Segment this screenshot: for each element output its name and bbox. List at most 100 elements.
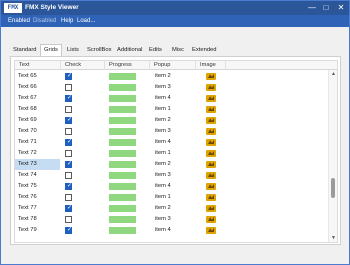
progress-bar xyxy=(109,139,136,146)
scroll-thumb[interactable] xyxy=(331,178,335,198)
cell-text[interactable]: Text 79 xyxy=(15,225,60,236)
table-row[interactable]: Text 75 ✓ item 4 xyxy=(15,181,328,192)
cell-text[interactable]: Text 65 xyxy=(15,71,60,82)
tab-edits[interactable]: Edits xyxy=(146,45,165,56)
menu-load[interactable]: Load... xyxy=(77,15,95,27)
cell-popup[interactable]: item 3 xyxy=(152,214,195,225)
table-row[interactable]: Text 78 item 3 xyxy=(15,214,328,225)
tab-grids[interactable]: Grids xyxy=(40,44,62,56)
table-row[interactable]: Text 69 ✓ item 2 xyxy=(15,115,328,126)
table-row[interactable]: Text 66 item 3 xyxy=(15,82,328,93)
cell-popup[interactable]: item 4 xyxy=(152,225,195,236)
cell-text[interactable]: Text 66 xyxy=(15,82,60,93)
progress-bar xyxy=(109,95,136,102)
cell-text[interactable]: Text 67 xyxy=(15,93,60,104)
progress-bar xyxy=(109,161,136,168)
cell-popup[interactable]: item 2 xyxy=(152,115,195,126)
cell-popup[interactable]: item 2 xyxy=(152,159,195,170)
table-row[interactable]: Text 70 item 3 xyxy=(15,126,328,137)
title-bar[interactable]: FMX FMX Style Viewer — □ ✕ xyxy=(1,1,349,15)
menu-help[interactable]: Help xyxy=(61,15,73,27)
landscape-image-icon xyxy=(206,183,216,190)
row-checkbox[interactable] xyxy=(65,172,72,179)
cell-text[interactable]: Text 76 xyxy=(15,192,60,203)
table-row[interactable]: Text 68 item 1 xyxy=(15,104,328,115)
cell-text[interactable]: Text 72 xyxy=(15,148,60,159)
row-checkbox[interactable]: ✓ xyxy=(65,95,72,102)
cell-popup[interactable]: item 4 xyxy=(152,181,195,192)
cell-popup[interactable]: item 2 xyxy=(152,71,195,82)
column-header-check[interactable]: Check xyxy=(63,61,81,70)
progress-bar xyxy=(109,194,136,201)
landscape-image-icon xyxy=(206,227,216,234)
tab-scrollbox[interactable]: ScrollBox xyxy=(84,45,115,56)
row-checkbox[interactable]: ✓ xyxy=(65,227,72,234)
row-checkbox[interactable] xyxy=(65,150,72,157)
landscape-image-icon xyxy=(206,117,216,124)
tab-lists[interactable]: Lists xyxy=(64,45,82,56)
cell-popup[interactable]: item 3 xyxy=(152,170,195,181)
column-separator[interactable] xyxy=(60,61,61,70)
column-separator[interactable] xyxy=(225,61,226,70)
menu-enabled[interactable]: Enabled xyxy=(8,15,30,27)
column-header-popup[interactable]: Popup xyxy=(152,61,170,70)
table-row[interactable]: Text 76 item 1 xyxy=(15,192,328,203)
table-row[interactable]: Text 65 ✓ item 2 xyxy=(15,71,328,82)
column-separator[interactable] xyxy=(104,61,105,70)
row-checkbox[interactable]: ✓ xyxy=(65,161,72,168)
tab-additional[interactable]: Additional xyxy=(114,45,146,56)
table-row[interactable]: Text 67 ✓ item 4 xyxy=(15,93,328,104)
row-checkbox[interactable] xyxy=(65,84,72,91)
tab-misc[interactable]: Misc xyxy=(169,45,187,56)
vertical-scrollbar[interactable]: ▲ ▼ xyxy=(328,70,337,242)
table-row[interactable]: Text 74 item 3 xyxy=(15,170,328,181)
table-row[interactable]: Text 79 ✓ item 4 xyxy=(15,225,328,236)
cell-text[interactable]: Text 69 xyxy=(15,115,60,126)
cell-text[interactable]: Text 74 xyxy=(15,170,60,181)
row-checkbox[interactable] xyxy=(65,194,72,201)
row-checkbox[interactable]: ✓ xyxy=(65,139,72,146)
row-checkbox[interactable] xyxy=(65,216,72,223)
column-header-progress[interactable]: Progress xyxy=(107,61,132,70)
row-checkbox[interactable]: ✓ xyxy=(65,73,72,80)
column-header-image[interactable]: Image xyxy=(198,61,216,70)
cell-text[interactable]: Text 70 xyxy=(15,126,60,137)
column-header-text[interactable]: Text xyxy=(17,61,29,70)
row-checkbox[interactable]: ✓ xyxy=(65,205,72,212)
cell-text[interactable]: Text 71 xyxy=(15,137,60,148)
cell-popup[interactable]: item 2 xyxy=(152,203,195,214)
tab-extended[interactable]: Extended xyxy=(189,45,220,56)
table-row[interactable]: Text 72 item 1 xyxy=(15,148,328,159)
row-checkbox[interactable] xyxy=(65,128,72,135)
maximize-icon[interactable]: □ xyxy=(319,1,333,15)
data-grid[interactable]: Text Check Progress Popup Image Text 65 ✓… xyxy=(14,60,338,243)
checkmark-icon: ✓ xyxy=(67,139,73,145)
row-checkbox[interactable] xyxy=(65,106,72,113)
checkmark-icon: ✓ xyxy=(67,117,73,123)
cell-popup[interactable]: item 3 xyxy=(152,126,195,137)
cell-text[interactable]: Text 73 xyxy=(15,159,60,170)
cell-popup[interactable]: item 4 xyxy=(152,137,195,148)
row-checkbox[interactable]: ✓ xyxy=(65,117,72,124)
cell-popup[interactable]: item 1 xyxy=(152,192,195,203)
cell-text[interactable]: Text 68 xyxy=(15,104,60,115)
cell-popup[interactable]: item 3 xyxy=(152,82,195,93)
tab-standard[interactable]: Standard xyxy=(10,45,40,56)
cell-popup[interactable]: item 1 xyxy=(152,104,195,115)
table-row[interactable]: Text 71 ✓ item 4 xyxy=(15,137,328,148)
row-checkbox[interactable]: ✓ xyxy=(65,183,72,190)
cell-text[interactable]: Text 77 xyxy=(15,203,60,214)
column-separator[interactable] xyxy=(149,61,150,70)
minimize-icon[interactable]: — xyxy=(305,1,319,15)
column-separator[interactable] xyxy=(195,61,196,70)
table-row[interactable]: Text 77 ✓ item 2 xyxy=(15,203,328,214)
close-icon[interactable]: ✕ xyxy=(334,1,348,15)
scroll-down-icon[interactable]: ▼ xyxy=(329,234,337,242)
scroll-up-icon[interactable]: ▲ xyxy=(329,70,337,78)
cell-text[interactable]: Text 75 xyxy=(15,181,60,192)
table-row[interactable]: Text 73 ✓ item 2 xyxy=(15,159,328,170)
landscape-image-icon xyxy=(206,150,216,157)
cell-popup[interactable]: item 1 xyxy=(152,148,195,159)
cell-popup[interactable]: item 4 xyxy=(152,93,195,104)
cell-text[interactable]: Text 78 xyxy=(15,214,60,225)
